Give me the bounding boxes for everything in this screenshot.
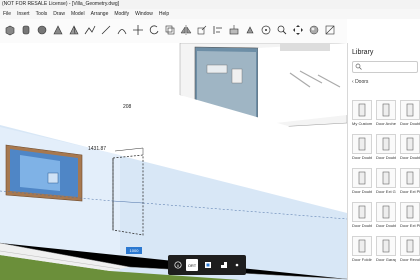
main-toolbar bbox=[0, 19, 347, 44]
library-item[interactable]: Door Ext Plain bbox=[400, 202, 420, 228]
sphere-icon[interactable] bbox=[35, 23, 49, 37]
menu-model[interactable]: Model bbox=[68, 9, 88, 19]
move-icon[interactable] bbox=[131, 23, 145, 37]
menu-window[interactable]: Window bbox=[132, 9, 156, 19]
door-thumbnail bbox=[352, 202, 372, 222]
door-thumbnail bbox=[400, 134, 420, 154]
menu-bar: File Insert Tools Draw Model Arrange Mod… bbox=[0, 9, 420, 19]
door-thumbnail bbox=[400, 202, 420, 222]
library-item[interactable]: Door Double SingleDoor... bbox=[376, 202, 396, 228]
door-thumbnail bbox=[376, 100, 396, 120]
align-icon[interactable] bbox=[211, 23, 225, 37]
library-item[interactable]: Door Arched Si... bbox=[376, 100, 396, 126]
cylinder-icon[interactable] bbox=[19, 23, 33, 37]
push-pull-icon[interactable] bbox=[243, 23, 257, 37]
library-search-input[interactable] bbox=[352, 61, 418, 73]
rotate-icon[interactable] bbox=[147, 23, 161, 37]
library-panel: Library ‹ Doors My Custom Door Arched Si… bbox=[347, 43, 420, 280]
pyramid-icon[interactable] bbox=[67, 23, 81, 37]
menu-help[interactable]: Help bbox=[156, 9, 172, 19]
dimension-horizontal-label: 1431.87 bbox=[88, 146, 107, 152]
library-item[interactable]: Door Double SingleDoor... bbox=[352, 168, 372, 194]
menu-arrange[interactable]: Arrange bbox=[88, 9, 112, 19]
library-item[interactable]: Door Double SingleDoor... bbox=[352, 202, 372, 228]
orbit-icon[interactable] bbox=[259, 23, 273, 37]
zoom-icon[interactable] bbox=[275, 23, 289, 37]
floating-toolbar: ORT bbox=[168, 255, 246, 275]
library-item[interactable]: Door Revolving bbox=[400, 236, 420, 262]
door-thumbnail bbox=[376, 202, 396, 222]
library-item[interactable]: Door Ext Glass bbox=[376, 168, 396, 194]
title-bar: (NOT FOR RESALE License) - [Villa_Geomet… bbox=[0, 0, 420, 9]
door-thumbnail bbox=[400, 236, 420, 256]
door-thumbnail bbox=[352, 236, 372, 256]
door-thumbnail bbox=[352, 134, 372, 154]
door-thumbnail bbox=[400, 168, 420, 188]
pan-icon[interactable] bbox=[291, 23, 305, 37]
mirror-icon[interactable] bbox=[179, 23, 193, 37]
library-item[interactable]: Door Ext Plain bbox=[400, 168, 420, 194]
snap-icon[interactable] bbox=[202, 259, 214, 271]
menu-file[interactable]: File bbox=[0, 9, 14, 19]
info-icon[interactable] bbox=[172, 259, 184, 271]
copy-icon[interactable] bbox=[163, 23, 177, 37]
library-breadcrumb[interactable]: ‹ Doors bbox=[352, 79, 368, 85]
grid-icon[interactable] bbox=[218, 259, 230, 271]
library-item[interactable]: Door Double SingleDoor... bbox=[376, 134, 396, 160]
box-icon[interactable] bbox=[3, 23, 17, 37]
library-title: Library bbox=[352, 49, 374, 56]
door-thumbnail bbox=[376, 168, 396, 188]
library-item[interactable]: Door Garage bbox=[376, 236, 396, 262]
dimension-height-label: 208 bbox=[123, 104, 132, 110]
ortho-button[interactable]: ORT bbox=[186, 259, 198, 271]
library-item[interactable]: Door Folding bbox=[352, 236, 372, 262]
render-icon[interactable] bbox=[307, 23, 321, 37]
menu-insert[interactable]: Insert bbox=[14, 9, 33, 19]
breadcrumb-label: Doors bbox=[355, 79, 369, 85]
window-title: (NOT FOR RESALE License) - [Villa_Geomet… bbox=[2, 1, 119, 7]
door-thumbnail bbox=[376, 236, 396, 256]
library-item[interactable]: Door Double SingleDoor... bbox=[400, 134, 420, 160]
extrude-icon[interactable] bbox=[227, 23, 241, 37]
polyline-icon[interactable] bbox=[83, 23, 97, 37]
arc-icon[interactable] bbox=[115, 23, 129, 37]
cone-icon[interactable] bbox=[51, 23, 65, 37]
search-icon bbox=[355, 63, 362, 70]
library-item[interactable]: Door Double StandardDoor... bbox=[400, 100, 420, 126]
door-thumbnail bbox=[352, 168, 372, 188]
door-thumbnail bbox=[352, 100, 372, 120]
section-icon[interactable] bbox=[323, 23, 337, 37]
library-item[interactable]: Door Double SingleDoor... bbox=[352, 134, 372, 160]
scale-icon[interactable] bbox=[195, 23, 209, 37]
3d-viewport[interactable]: 208 1431.87 1000 bbox=[0, 43, 347, 280]
scene-drawing bbox=[0, 43, 347, 280]
menu-modify[interactable]: Modify bbox=[111, 9, 132, 19]
line-icon[interactable] bbox=[99, 23, 113, 37]
door-thumbnail bbox=[400, 100, 420, 120]
menu-tools[interactable]: Tools bbox=[33, 9, 51, 19]
library-item[interactable]: My Custom bbox=[352, 100, 372, 126]
dot-icon[interactable] bbox=[231, 259, 243, 271]
door-thumbnail bbox=[376, 134, 396, 154]
dimension-input[interactable]: 1000 bbox=[126, 247, 142, 254]
menu-draw[interactable]: Draw bbox=[50, 9, 68, 19]
